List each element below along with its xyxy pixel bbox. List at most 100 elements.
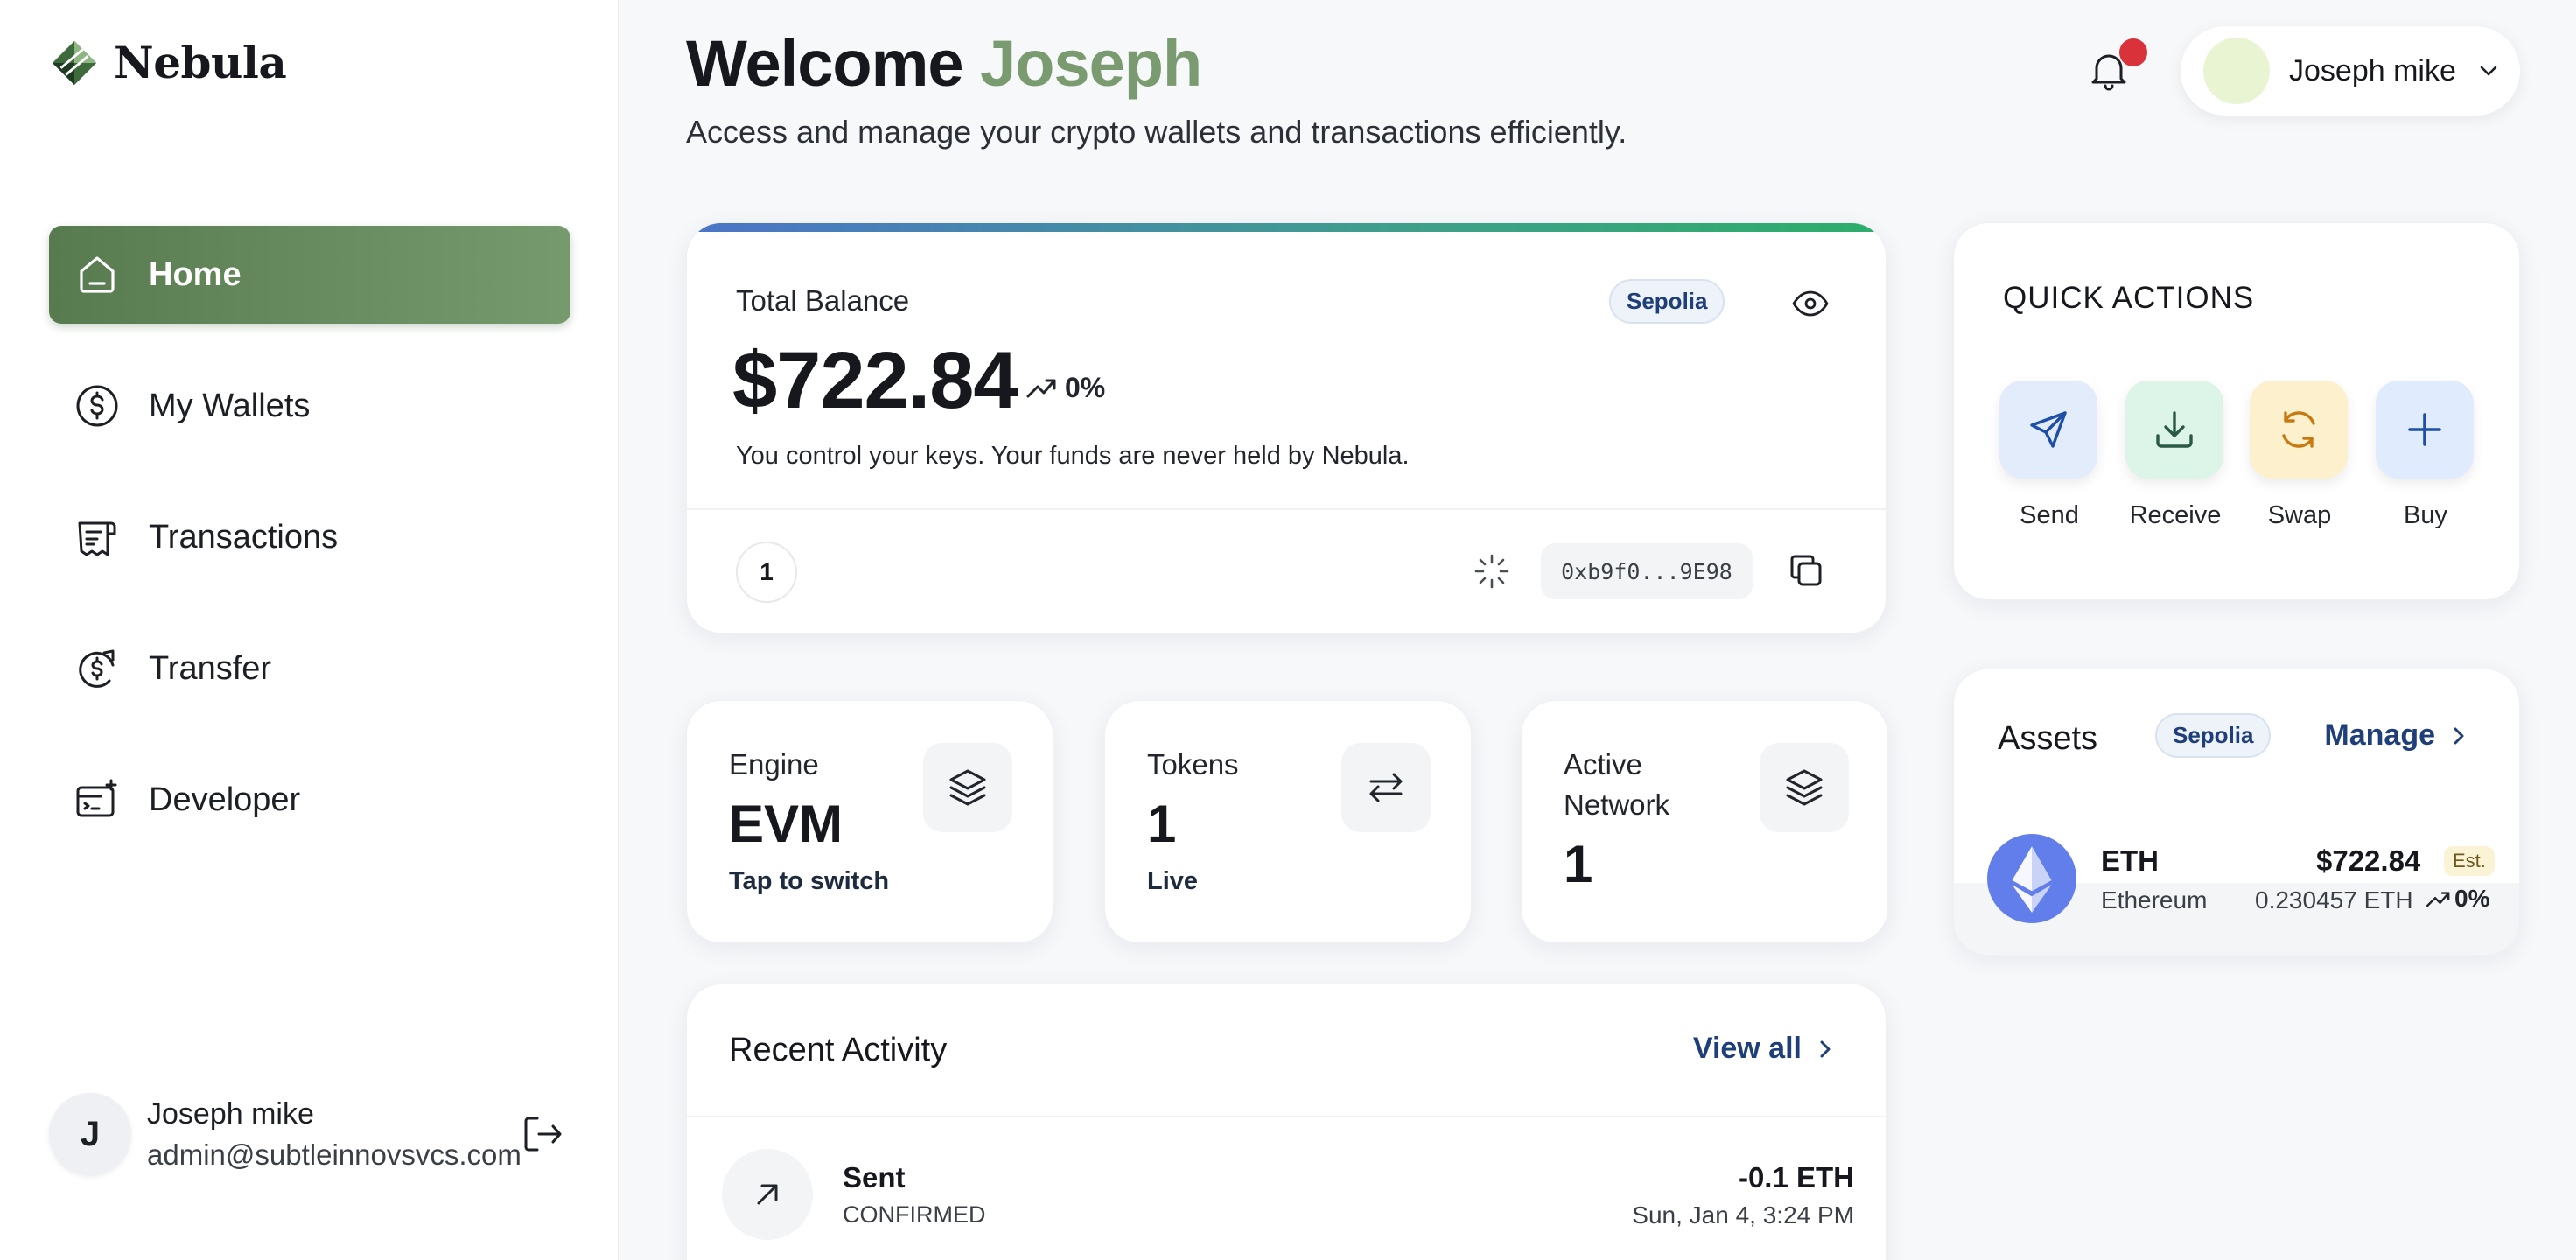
developer-icon bbox=[74, 776, 121, 823]
send-button[interactable]: Send bbox=[1999, 381, 2099, 530]
notification-badge bbox=[2119, 38, 2147, 66]
sidebar-item-transactions[interactable]: Transactions bbox=[49, 488, 570, 586]
user-name: Joseph mike bbox=[147, 1096, 314, 1130]
sidebar-item-developer[interactable]: Developer bbox=[49, 751, 570, 849]
brand[interactable]: Nebula bbox=[49, 37, 287, 88]
welcome-prefix: Welcome bbox=[686, 27, 964, 100]
sidebar-item-my-wallets[interactable]: My Wallets bbox=[49, 357, 570, 455]
profile-avatar bbox=[2203, 38, 2270, 104]
page-title: Welcome Joseph bbox=[686, 26, 1202, 101]
assets-card: Assets Sepolia Manage ETH Ethereum $722.… bbox=[1953, 668, 2520, 956]
tokens-card[interactable]: Tokens 1 Live bbox=[1104, 700, 1472, 943]
user-email: admin@subtleinnovsvcs.com bbox=[147, 1138, 522, 1171]
send-icon bbox=[1999, 381, 2097, 479]
avatar[interactable]: J bbox=[49, 1093, 131, 1175]
active-network-card[interactable]: Active Network 1 bbox=[1521, 700, 1888, 943]
balance-accent-bar bbox=[687, 223, 1886, 232]
total-balance-card: Total Balance Sepolia $722.84 0% You con… bbox=[686, 222, 1886, 634]
plus-icon bbox=[2376, 381, 2474, 479]
manage-link[interactable]: Manage bbox=[2324, 718, 2472, 752]
asset-balance: 0.230457 ETH bbox=[2255, 886, 2413, 914]
sidebar-item-label: My Wallets bbox=[149, 387, 311, 424]
home-icon bbox=[74, 251, 121, 298]
swap-label: Swap bbox=[2267, 501, 2332, 529]
section-title: QUICK ACTIONS bbox=[2003, 281, 2255, 315]
logout-icon[interactable] bbox=[520, 1111, 565, 1157]
loading-spinner-icon bbox=[1474, 554, 1509, 589]
asset-change-value: 0% bbox=[2454, 885, 2490, 912]
buy-button[interactable]: Buy bbox=[2376, 381, 2475, 530]
asset-usd-value: $722.84 bbox=[2316, 844, 2421, 877]
sidebar-nav: Home My Wallets Transactions Transfer De… bbox=[49, 226, 570, 882]
layers-icon bbox=[1760, 743, 1849, 832]
transfer-icon bbox=[74, 645, 121, 692]
engine-card[interactable]: Engine EVM Tap to switch bbox=[686, 700, 1054, 943]
sidebar-item-label: Transactions bbox=[149, 518, 339, 556]
activity-status: CONFIRMED bbox=[843, 1201, 986, 1228]
chevron-right-icon bbox=[1820, 1040, 1830, 1057]
chevron-right-icon bbox=[2454, 727, 2464, 744]
welcome-name: Joseph bbox=[980, 27, 1202, 100]
wallet-address[interactable]: 0xb9f0...9E98 bbox=[1541, 543, 1753, 599]
sidebar-user: J Joseph mike admin@subtleinnovsvcs.com bbox=[49, 1090, 570, 1178]
dollar-circle-icon bbox=[74, 382, 121, 430]
sidebar-item-label: Home bbox=[149, 256, 242, 293]
ethereum-icon bbox=[1987, 834, 2076, 923]
receive-button[interactable]: Receive bbox=[2125, 381, 2225, 530]
swap-arrows-icon bbox=[1341, 743, 1431, 832]
asset-change: 0% bbox=[2425, 885, 2489, 913]
refresh-icon bbox=[2250, 381, 2348, 479]
asset-name: Ethereum bbox=[2101, 886, 2208, 914]
estimate-badge: Est. bbox=[2444, 846, 2495, 876]
buy-label: Buy bbox=[2404, 501, 2447, 529]
trend-up-icon bbox=[2426, 892, 2450, 907]
sidebar-item-transfer[interactable]: Transfer bbox=[49, 620, 570, 718]
divider bbox=[687, 1116, 1886, 1117]
sidebar-item-label: Transfer bbox=[149, 649, 272, 687]
divider bbox=[687, 508, 1886, 510]
arrow-up-right-icon bbox=[722, 1149, 813, 1240]
eye-icon[interactable] bbox=[1791, 284, 1830, 323]
activity-date: Sun, Jan 4, 3:24 PM bbox=[1632, 1201, 1854, 1228]
quick-actions-card: QUICK ACTIONS Send Receive Swap Buy bbox=[1953, 222, 2520, 600]
wallet-count-badge[interactable]: 1 bbox=[736, 542, 797, 603]
page-subtitle: Access and manage your crypto wallets an… bbox=[686, 114, 1628, 150]
stat-label: Engine bbox=[729, 748, 819, 780]
view-all-label: View all bbox=[1692, 1032, 1802, 1065]
swap-button[interactable]: Swap bbox=[2250, 381, 2349, 530]
manage-label: Manage bbox=[2324, 718, 2435, 752]
activity-type: Sent bbox=[843, 1161, 906, 1194]
stat-label: Active Network bbox=[1564, 748, 1670, 821]
stat-value: 1 bbox=[1564, 835, 1593, 893]
sidebar: Nebula Home My Wallets Transactions Tran… bbox=[0, 0, 620, 1260]
stat-sub: Tap to switch bbox=[729, 867, 890, 895]
receive-label: Receive bbox=[2129, 501, 2222, 529]
brand-name: Nebula bbox=[114, 37, 287, 88]
chevron-down-icon bbox=[2480, 66, 2497, 76]
balance-amount: $722.84 bbox=[732, 336, 1018, 425]
receipt-icon bbox=[74, 514, 121, 561]
stat-value: EVM bbox=[729, 794, 844, 853]
section-title: Recent Activity bbox=[729, 1032, 948, 1068]
network-badge: Sepolia bbox=[2155, 713, 2272, 758]
section-title: Assets bbox=[1998, 720, 2098, 757]
activity-amount: -0.1 ETH bbox=[1738, 1161, 1854, 1194]
profile-menu[interactable]: Joseph mike bbox=[2180, 26, 2520, 116]
sidebar-item-home[interactable]: Home bbox=[49, 226, 570, 324]
balance-label: Total Balance bbox=[736, 284, 910, 317]
asset-symbol: ETH bbox=[2101, 844, 2159, 877]
sidebar-item-label: Developer bbox=[149, 780, 301, 818]
copy-icon[interactable] bbox=[1786, 550, 1826, 591]
layers-icon bbox=[923, 743, 1012, 832]
balance-change-value: 0% bbox=[1065, 371, 1106, 403]
custody-note: You control your keys. Your funds are ne… bbox=[736, 442, 1410, 470]
stat-label: Tokens bbox=[1147, 748, 1239, 780]
download-icon bbox=[2125, 381, 2223, 479]
balance-change: 0% bbox=[1025, 370, 1105, 405]
recent-activity-card: Recent Activity View all Sent CONFIRMED … bbox=[686, 984, 1886, 1260]
stat-value: 1 bbox=[1147, 794, 1177, 853]
trend-up-icon bbox=[1026, 379, 1056, 398]
stat-sub: Live bbox=[1147, 867, 1199, 895]
send-label: Send bbox=[2020, 501, 2079, 529]
view-all-link[interactable]: View all bbox=[1693, 1032, 1838, 1066]
